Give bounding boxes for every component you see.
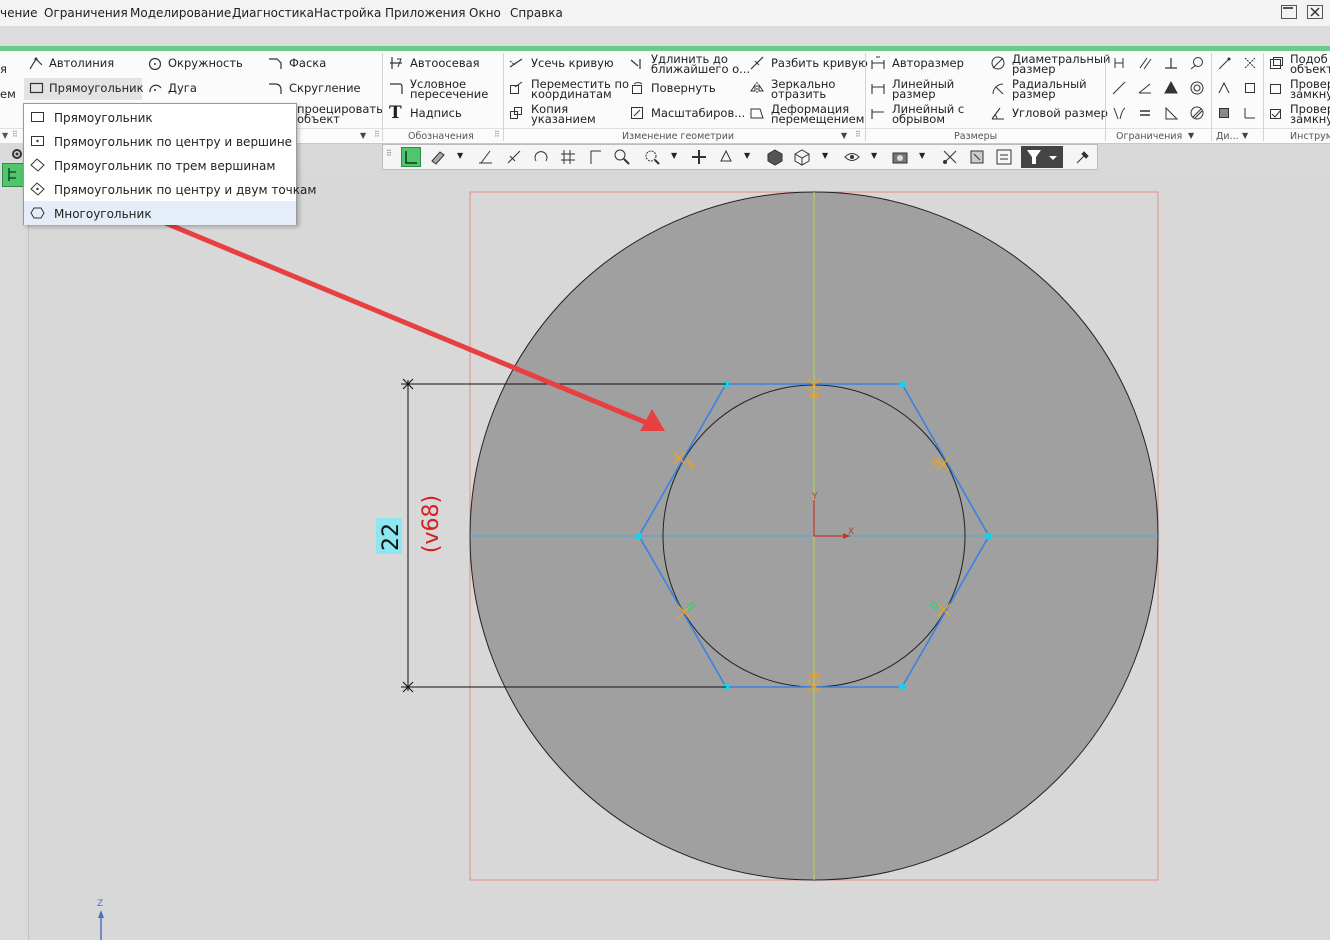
z-axis-arrow — [98, 910, 104, 918]
visibility-icon[interactable] — [843, 148, 861, 166]
snap-icon[interactable] — [477, 148, 495, 166]
menu-item-label: Прямоугольник по центру и вершине — [54, 135, 293, 149]
shaded-view-icon[interactable] — [766, 148, 784, 166]
z-axis-label: Z — [97, 899, 103, 909]
grid-icon[interactable] — [559, 148, 577, 166]
zoom-window-icon[interactable] — [643, 148, 661, 166]
filter-button[interactable] — [1021, 146, 1063, 168]
dropdown-arrow-icon[interactable]: ▼ — [919, 151, 925, 160]
vertex[interactable] — [986, 533, 992, 539]
wireframe-view-icon[interactable] — [793, 148, 811, 166]
menu-item-rectangle[interactable]: Прямоугольник — [24, 105, 296, 129]
properties-icon[interactable] — [995, 148, 1013, 166]
y-axis-label: Y — [811, 492, 818, 502]
vertex[interactable] — [899, 381, 905, 387]
camera-icon[interactable] — [891, 148, 909, 166]
layers-icon[interactable] — [968, 148, 986, 166]
dropdown-arrow-icon[interactable]: ▼ — [871, 151, 877, 160]
dimension-value[interactable]: 22 — [379, 523, 404, 551]
menu-item-label: Прямоугольник по трем вершинам — [54, 159, 276, 173]
local-cs-icon[interactable] — [505, 148, 523, 166]
magnet-icon[interactable] — [429, 148, 447, 166]
dropdown-arrow-icon[interactable]: ▼ — [744, 151, 750, 160]
pan-icon[interactable] — [690, 148, 708, 166]
sketch-mode-button[interactable] — [401, 147, 421, 167]
menu-item-rectangle-three-vertices[interactable]: Прямоугольник по трем вершинам — [24, 153, 296, 177]
vertex[interactable] — [636, 533, 642, 539]
rectangle-icon — [31, 112, 44, 122]
sketch-icon — [405, 151, 417, 164]
dropdown-arrow-icon[interactable]: ▼ — [671, 151, 677, 160]
ortho-icon[interactable] — [587, 148, 605, 166]
filter-icon — [1027, 150, 1057, 164]
menu-item-polygon[interactable]: Многоугольник — [24, 201, 296, 225]
menu-item-rectangle-center-two-points[interactable]: Прямоугольник по центру и двум точкам — [24, 177, 316, 201]
menu-item-label: Многоугольник — [54, 207, 152, 221]
dropdown-arrow-icon[interactable]: ▼ — [822, 151, 828, 160]
polygon-icon — [30, 207, 45, 219]
vertex[interactable] — [899, 684, 905, 690]
rectangle-center-icon — [31, 136, 44, 146]
dimension-variable[interactable]: (v68) — [419, 495, 444, 553]
rotate-view-icon[interactable] — [717, 148, 735, 166]
zoom-icon[interactable] — [613, 148, 631, 166]
rectangle-three-points-icon — [30, 158, 45, 172]
dropdown-arrow-icon[interactable]: ▼ — [457, 151, 463, 160]
constraints-display-icon[interactable] — [941, 148, 959, 166]
x-axis-label: X — [848, 527, 854, 537]
toolbar-grip: ⠿ — [386, 149, 392, 158]
eyedropper-icon[interactable] — [1073, 148, 1091, 166]
update-icon[interactable] — [533, 148, 551, 166]
menu-item-label: Прямоугольник по центру и двум точкам — [54, 183, 317, 197]
menu-item-rectangle-center-vertex[interactable]: Прямоугольник по центру и вершине — [24, 129, 296, 153]
menu-item-label: Прямоугольник — [54, 111, 153, 125]
view-toolbar: ⠿ ▼ ▼ ▼ ▼ ▼ ▼ — [382, 144, 1098, 170]
rectangle-dropdown-menu: Прямоугольник Прямоугольник по центру и … — [23, 103, 316, 225]
rectangle-center-two-points-icon — [30, 182, 45, 196]
